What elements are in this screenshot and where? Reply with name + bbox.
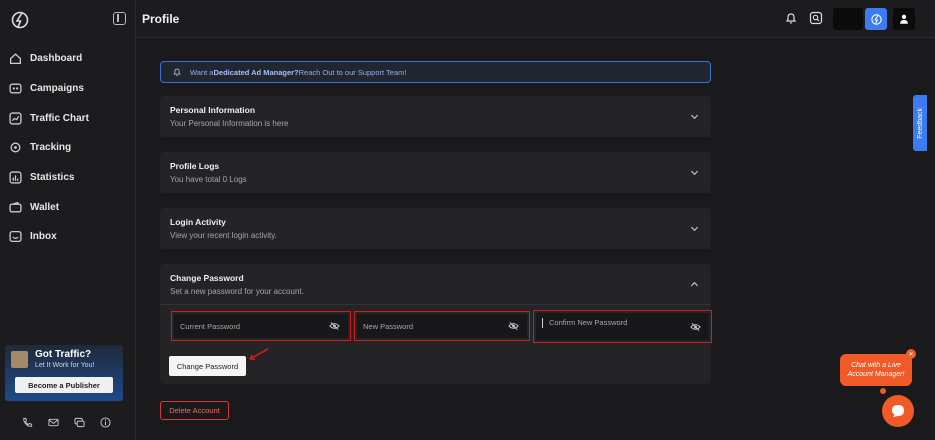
text-cursor xyxy=(542,318,543,328)
chevron-up-icon[interactable] xyxy=(690,280,699,289)
card-subtitle: Your Personal Information is here xyxy=(170,119,289,128)
sidebar-item-label: Statistics xyxy=(30,172,75,184)
card-title: Change Password xyxy=(170,273,244,283)
sidebar-item-label: Campaigns xyxy=(30,83,84,95)
new-password-input[interactable]: New Password xyxy=(357,314,527,338)
bell-icon[interactable] xyxy=(784,11,798,25)
sidebar-item-inbox[interactable]: Inbox xyxy=(0,222,136,252)
chat-icon[interactable] xyxy=(74,417,85,428)
eye-off-icon[interactable] xyxy=(508,321,519,331)
chevron-down-icon[interactable] xyxy=(690,112,699,121)
chat-bubble-tail xyxy=(880,388,886,394)
feedback-tab[interactable]: Feedback xyxy=(913,95,927,151)
promo-avatar xyxy=(11,351,28,368)
divider xyxy=(160,304,711,305)
sidebar-footer-icons xyxy=(22,417,111,428)
login-activity-card[interactable]: Login Activity View your recent login ac… xyxy=(160,208,711,249)
statistics-icon xyxy=(9,171,22,184)
current-password-field[interactable]: Current Password xyxy=(171,311,351,341)
mail-icon[interactable] xyxy=(48,417,59,428)
logo-icon[interactable] xyxy=(10,10,30,30)
promo-subtitle: Let It Work for You! xyxy=(35,362,95,369)
bell-icon xyxy=(173,68,181,76)
sidebar-item-traffic-chart[interactable]: Traffic Chart xyxy=(0,103,136,133)
brand-button[interactable] xyxy=(865,8,887,30)
campaign-icon xyxy=(9,83,22,94)
eye-off-icon[interactable] xyxy=(690,322,701,332)
live-chat-button[interactable] xyxy=(882,395,914,427)
phone-icon[interactable] xyxy=(22,417,33,428)
sidebar-item-label: Traffic Chart xyxy=(30,112,89,124)
user-icon xyxy=(900,14,908,24)
eye-off-icon[interactable] xyxy=(329,321,340,331)
delete-account-button[interactable]: Delete Account xyxy=(160,401,229,420)
banner-highlight: Dedicated Ad Manager? xyxy=(213,67,299,77)
sidebar: Dashboard Campaigns Traffic Chart Tracki… xyxy=(0,0,136,440)
close-icon[interactable]: ✕ xyxy=(906,349,916,359)
info-icon[interactable] xyxy=(100,417,111,428)
confirm-password-field[interactable]: Confirm New Password xyxy=(533,310,712,343)
card-subtitle: Set a new password for your account. xyxy=(170,287,304,296)
promo-title: Got Traffic? xyxy=(35,349,92,360)
card-subtitle: View your recent login activity. xyxy=(170,231,277,240)
user-menu-button[interactable] xyxy=(893,8,915,30)
card-title: Login Activity xyxy=(170,217,226,227)
chevron-down-icon[interactable] xyxy=(690,168,699,177)
sidebar-collapse-icon[interactable] xyxy=(113,12,126,25)
search-icon[interactable] xyxy=(809,11,823,25)
become-publisher-button[interactable]: Become a Publisher xyxy=(15,377,113,393)
feedback-label: Feedback xyxy=(916,107,924,139)
sidebar-nav: Dashboard Campaigns Traffic Chart Tracki… xyxy=(0,44,136,252)
chat-bubble-icon xyxy=(892,405,904,417)
banner-prefix: Want a xyxy=(190,67,214,77)
tracking-icon xyxy=(10,142,21,153)
sidebar-item-label: Tracking xyxy=(30,142,72,154)
card-subtitle: You have total 0 Logs xyxy=(170,175,247,184)
personal-information-card[interactable]: Personal Information Your Personal Infor… xyxy=(160,96,711,137)
change-password-button[interactable]: Change Password xyxy=(169,356,246,376)
current-password-input[interactable]: Current Password xyxy=(174,314,348,338)
confirm-password-input[interactable]: Confirm New Password xyxy=(536,313,709,340)
confirm-password-placeholder: Confirm New Password xyxy=(549,318,628,327)
home-icon xyxy=(9,53,22,65)
card-title: Personal Information xyxy=(170,105,256,115)
chevron-down-icon[interactable] xyxy=(690,224,699,233)
sidebar-item-label: Inbox xyxy=(30,231,57,243)
wallet-icon xyxy=(9,201,22,213)
ad-manager-banner[interactable]: Want a Dedicated Ad Manager? Reach Out t… xyxy=(160,61,711,83)
sidebar-item-wallet[interactable]: Wallet xyxy=(0,192,136,222)
balance-display[interactable] xyxy=(833,8,863,30)
profile-logs-card[interactable]: Profile Logs You have total 0 Logs xyxy=(160,152,711,193)
sidebar-item-campaigns[interactable]: Campaigns xyxy=(0,74,136,104)
publisher-promo: Got Traffic? Let It Work for You! Become… xyxy=(5,345,123,401)
lightning-icon xyxy=(870,13,882,25)
sidebar-item-dashboard[interactable]: Dashboard xyxy=(0,44,136,74)
page-title: Profile xyxy=(142,12,180,26)
inbox-icon xyxy=(9,231,22,243)
chat-prompt-bubble[interactable]: Chat with a Live Account Manager! xyxy=(840,354,912,386)
sidebar-item-label: Wallet xyxy=(30,201,60,213)
sidebar-item-statistics[interactable]: Statistics xyxy=(0,163,136,193)
banner-suffix: Reach Out to our Support Team! xyxy=(298,67,407,77)
red-arrow-annotation xyxy=(249,348,269,361)
top-bar: Profile xyxy=(136,0,935,38)
new-password-field[interactable]: New Password xyxy=(354,311,530,341)
sidebar-item-label: Dashboard xyxy=(30,53,83,65)
chart-icon xyxy=(9,112,22,125)
card-title: Profile Logs xyxy=(170,161,220,171)
sidebar-item-tracking[interactable]: Tracking xyxy=(0,133,136,163)
